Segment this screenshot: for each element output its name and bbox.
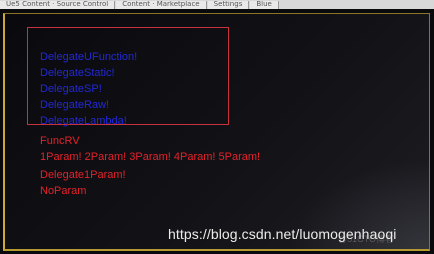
log-line-delegate-lambda: DelegateLambda!	[40, 115, 127, 127]
log-line-delegate-raw: DelegateRaw!	[40, 99, 110, 111]
log-line-delegate1param: Delegate1Param!	[40, 169, 126, 181]
tab-settings[interactable]: Settings	[207, 1, 250, 9]
tab-marketplace[interactable]: Content · Marketplace	[116, 1, 207, 9]
tab-strip: Ue5 Content · Source Control Content · M…	[0, 0, 434, 9]
log-line-delegate-sp: DelegateSP!	[40, 83, 102, 95]
log-line-params: 1Param! 2Param! 3Param! 4Param! 5Param!	[40, 151, 261, 163]
log-line-delegate-ufunction: DelegateUFunction!	[40, 51, 138, 63]
blog-url-watermark: https://blog.csdn.net/luomogenhaoqi	[168, 226, 397, 242]
tab-blue[interactable]: Blue	[250, 1, 279, 9]
log-line-delegate-static: DelegateStatic!	[40, 67, 115, 79]
log-line-funcrv: FuncRV	[40, 135, 80, 147]
tab-source-control[interactable]: Ue5 Content · Source Control	[0, 1, 116, 9]
log-line-noparam: NoParam	[40, 185, 87, 197]
editor-window: Ue5 Content · Source Control Content · M…	[0, 0, 434, 254]
